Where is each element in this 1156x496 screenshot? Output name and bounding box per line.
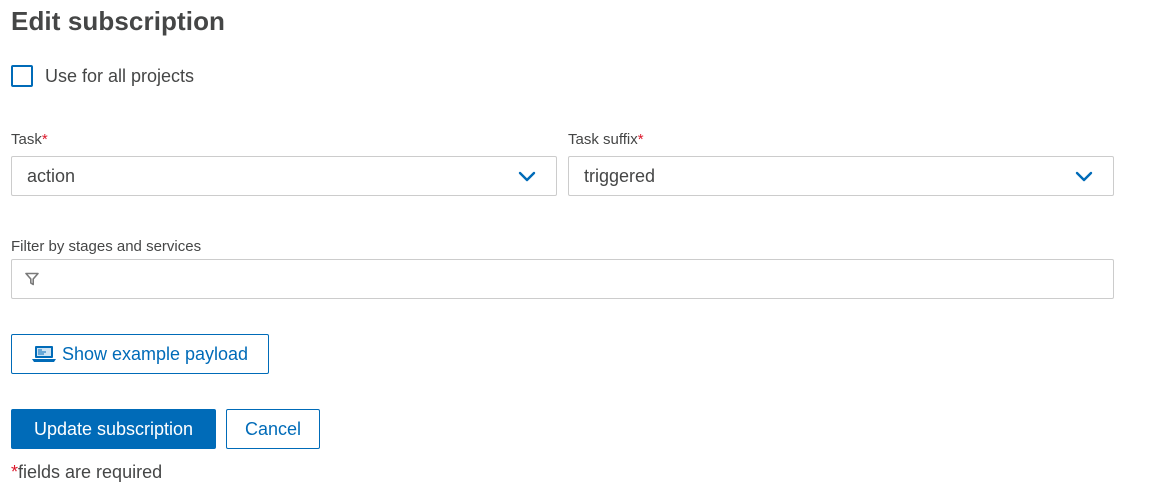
required-mark: * xyxy=(41,131,48,148)
filter-input[interactable] xyxy=(47,260,1113,298)
task-select[interactable]: action xyxy=(11,156,557,196)
required-mark: * xyxy=(11,462,19,482)
task-select-value: action xyxy=(27,165,76,186)
show-example-payload-button[interactable]: Show example payload xyxy=(11,334,269,374)
task-label: Task* xyxy=(11,131,48,148)
use-for-all-projects-label: Use for all projects xyxy=(45,65,195,86)
cancel-button[interactable]: Cancel xyxy=(226,409,320,449)
show-example-payload-label: Show example payload xyxy=(61,343,249,364)
task-suffix-label: Task suffix* xyxy=(568,131,644,148)
update-subscription-button[interactable]: Update subscription xyxy=(11,409,216,449)
required-mark: * xyxy=(637,131,644,148)
laptop-icon xyxy=(31,346,56,362)
use-for-all-projects-checkbox[interactable] xyxy=(11,65,33,87)
chevron-down-icon xyxy=(1075,171,1093,182)
use-for-all-projects[interactable]: Use for all projects xyxy=(11,65,194,87)
page-title: Edit subscription xyxy=(11,6,226,36)
chevron-down-icon xyxy=(518,171,536,182)
required-fields-note: *fields are required xyxy=(11,462,163,482)
filter-field[interactable] xyxy=(11,259,1114,299)
filter-label: Filter by stages and services xyxy=(11,238,202,255)
task-suffix-select[interactable]: triggered xyxy=(568,156,1114,196)
funnel-icon xyxy=(25,272,39,286)
task-suffix-select-value: triggered xyxy=(584,165,656,186)
